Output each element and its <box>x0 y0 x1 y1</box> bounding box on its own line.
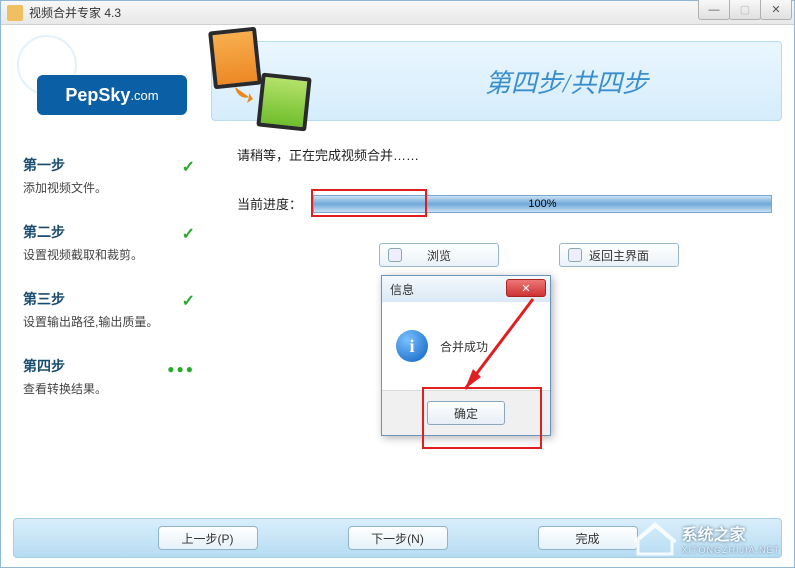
check-icon: ✓ <box>182 291 195 311</box>
prev-step-button[interactable]: 上一步(P) <box>158 526 258 550</box>
watermark-text: 系统之家 <box>682 521 780 545</box>
step-desc: 设置视频截取和裁剪。 <box>23 246 203 263</box>
sidebar-step-1: 第一步 添加视频文件。 ✓ <box>23 155 203 196</box>
minimize-button[interactable]: — <box>698 0 730 20</box>
step-banner-text: 第四步/共四步 <box>485 63 648 100</box>
dialog-close-button[interactable]: ✕ <box>506 279 546 297</box>
watermark-url: XITONGZHIJIA.NET <box>682 545 780 555</box>
progress-row: 当前进度： 100% <box>237 194 772 213</box>
filmstrip-decoration <box>211 29 271 129</box>
watermark: 系统之家 XITONGZHIJIA.NET <box>634 520 780 556</box>
progress-percent: 100% <box>528 198 556 210</box>
action-buttons: 浏览 返回主界面 <box>237 243 772 267</box>
progress-label: 当前进度： <box>237 194 313 213</box>
status-text: 请稍等，正在完成视频合并…… <box>237 145 772 164</box>
watermark-text-group: 系统之家 XITONGZHIJIA.NET <box>682 521 780 555</box>
info-dialog: 信息 ✕ i 合并成功 确定 <box>381 275 551 436</box>
browse-button[interactable]: 浏览 <box>379 243 499 267</box>
dialog-footer: 确定 <box>382 390 550 435</box>
ok-button[interactable]: 确定 <box>427 401 505 425</box>
sidebar: 第一步 添加视频文件。 ✓ 第二步 设置视频截取和裁剪。 ✓ 第三步 设置输出路… <box>23 155 203 423</box>
dialog-titlebar: 信息 ✕ <box>382 276 550 302</box>
return-label: 返回主界面 <box>589 247 649 264</box>
window-controls: — ▢ ✕ <box>699 0 792 20</box>
step-title: 第二步 <box>23 222 203 242</box>
maximize-button[interactable]: ▢ <box>729 0 761 20</box>
return-main-button[interactable]: 返回主界面 <box>559 243 679 267</box>
sidebar-step-3: 第三步 设置输出路径,输出质量。 ✓ <box>23 289 203 330</box>
app-window: 视频合并专家 4.3 — ▢ ✕ 第四步/共四步 PepSky.com 第一步 … <box>0 0 795 568</box>
main-panel: 请稍等，正在完成视频合并…… 当前进度： 100% 浏览 返回主界面 <box>237 145 772 267</box>
folder-icon <box>388 248 402 262</box>
progress-wrapper: 100% <box>313 195 772 213</box>
step-title: 第一步 <box>23 155 203 175</box>
logo: PepSky.com <box>37 75 187 115</box>
sidebar-step-4: 第四步 查看转换结果。 ●●● <box>23 356 203 397</box>
step-desc: 添加视频文件。 <box>23 179 203 196</box>
dialog-title-text: 信息 <box>390 281 414 298</box>
browse-label: 浏览 <box>427 247 451 264</box>
film-icon <box>208 27 262 90</box>
check-icon: ✓ <box>182 224 195 244</box>
arrow-down-icon <box>231 83 255 107</box>
next-step-button[interactable]: 下一步(N) <box>348 526 448 550</box>
home-icon <box>568 248 582 262</box>
logo-suffix: .com <box>130 88 158 103</box>
film-icon-2 <box>259 75 317 139</box>
titlebar: 视频合并专家 4.3 — ▢ ✕ <box>1 1 794 25</box>
sidebar-step-2: 第二步 设置视频截取和裁剪。 ✓ <box>23 222 203 263</box>
dialog-message: 合并成功 <box>440 338 488 355</box>
logo-area: PepSky.com <box>13 35 203 125</box>
house-icon <box>634 520 676 556</box>
close-button[interactable]: ✕ <box>760 0 792 20</box>
progress-bar: 100% <box>313 195 772 213</box>
step-desc: 设置输出路径,输出质量。 <box>23 313 203 330</box>
dialog-body: i 合并成功 <box>382 302 550 390</box>
current-step-icon: ●●● <box>167 362 195 376</box>
finish-button[interactable]: 完成 <box>538 526 638 550</box>
step-desc: 查看转换结果。 <box>23 380 203 397</box>
info-icon: i <box>396 330 428 362</box>
window-title: 视频合并专家 4.3 <box>29 4 121 21</box>
logo-brand: PepSky <box>65 85 130 106</box>
app-icon <box>7 5 23 21</box>
step-title: 第三步 <box>23 289 203 309</box>
content-area: 第四步/共四步 PepSky.com 第一步 添加视频文件。 ✓ 第二步 设置视… <box>1 25 794 568</box>
check-icon: ✓ <box>182 157 195 177</box>
